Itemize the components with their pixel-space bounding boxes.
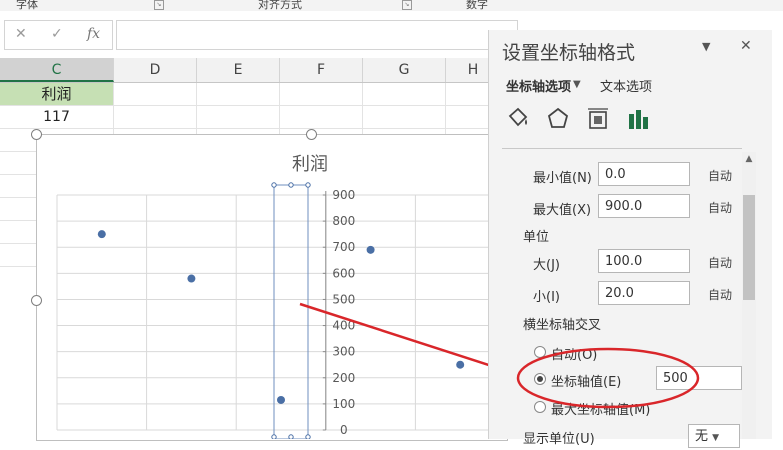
radio-max-axis-value[interactable]: [534, 401, 546, 413]
chevron-down-icon: ▼: [712, 433, 720, 443]
horizontal-axis-crosses-heading: 横坐标轴交叉: [523, 318, 602, 333]
fill-line-icon[interactable]: [506, 106, 530, 132]
axis-options-bar-chart-icon[interactable]: [626, 106, 650, 132]
plot-gridlines: [56, 194, 505, 431]
minimum-auto-button[interactable]: 自动: [708, 167, 732, 184]
maximum-label: 最大值(X): [533, 203, 592, 218]
minor-unit-field[interactable]: 20.0: [598, 281, 690, 305]
scrollbar-thumb[interactable]: [743, 195, 755, 300]
minimum-field[interactable]: 0.0: [598, 162, 690, 186]
scroll-up-arrow-icon[interactable]: ▲: [742, 152, 756, 166]
pane-options-chevron-icon[interactable]: ▼: [702, 40, 710, 53]
units-heading: 单位: [523, 230, 550, 245]
pane-title: 设置坐标轴格式: [502, 42, 636, 64]
minimum-label: 最小值(N): [533, 171, 592, 186]
y-tick-label: 600: [332, 266, 355, 280]
y-tick-label: 500: [332, 292, 355, 306]
data-point: [97, 230, 106, 239]
minor-unit-label: 小(I): [533, 290, 560, 305]
y-tick-label: 700: [332, 240, 355, 254]
major-unit-auto-button[interactable]: 自动: [708, 254, 732, 271]
display-units-value: 无: [695, 429, 709, 444]
major-unit-field[interactable]: 100.0: [598, 249, 690, 273]
y-axis-selection-handle: [271, 182, 277, 188]
minor-unit-auto-button[interactable]: 自动: [708, 286, 732, 303]
radio-axis-value-label[interactable]: 坐标轴值(E): [551, 371, 621, 390]
effects-icon[interactable]: [546, 106, 570, 132]
display-units-select[interactable]: 无 ▼: [688, 424, 740, 448]
y-axis-selection-handle: [271, 434, 277, 439]
y-axis-selection-handle: [305, 434, 311, 439]
maximum-auto-button[interactable]: 自动: [708, 199, 732, 216]
radio-max-axis-value-label[interactable]: 最大坐标轴值(M): [551, 399, 650, 418]
data-point: [277, 395, 285, 404]
tab-axis-options-dropdown-icon[interactable]: ▼: [573, 79, 581, 90]
close-icon[interactable]: ✕: [740, 38, 752, 54]
radio-auto-label[interactable]: 自动(O): [551, 344, 597, 363]
y-tick-label: 0: [340, 423, 348, 437]
tab-axis-options[interactable]: 坐标轴选项: [506, 76, 571, 95]
display-units-label: 显示单位(U): [523, 432, 595, 447]
y-tick-label: 800: [332, 214, 355, 228]
data-point: [187, 274, 196, 283]
size-properties-icon[interactable]: [586, 106, 610, 132]
y-axis-selection-handle: [288, 182, 294, 188]
maximum-field[interactable]: 900.0: [598, 194, 690, 218]
y-tick-label: 200: [332, 371, 355, 385]
axis-value-field[interactable]: 500: [656, 366, 742, 390]
major-unit-label: 大(J): [533, 258, 560, 273]
y-axis-selection-handle: [288, 434, 294, 439]
pane-separator: [502, 148, 742, 149]
data-point: [366, 245, 375, 254]
radio-auto[interactable]: [534, 346, 546, 358]
y-tick-label: 100: [332, 397, 355, 411]
tab-text-options[interactable]: 文本选项: [600, 76, 652, 95]
y-tick-label: 300: [332, 345, 355, 359]
radio-axis-value[interactable]: [534, 373, 546, 385]
y-tick-label: 900: [332, 188, 355, 202]
data-point: [456, 360, 465, 369]
y-axis-selection-handle: [305, 182, 311, 188]
